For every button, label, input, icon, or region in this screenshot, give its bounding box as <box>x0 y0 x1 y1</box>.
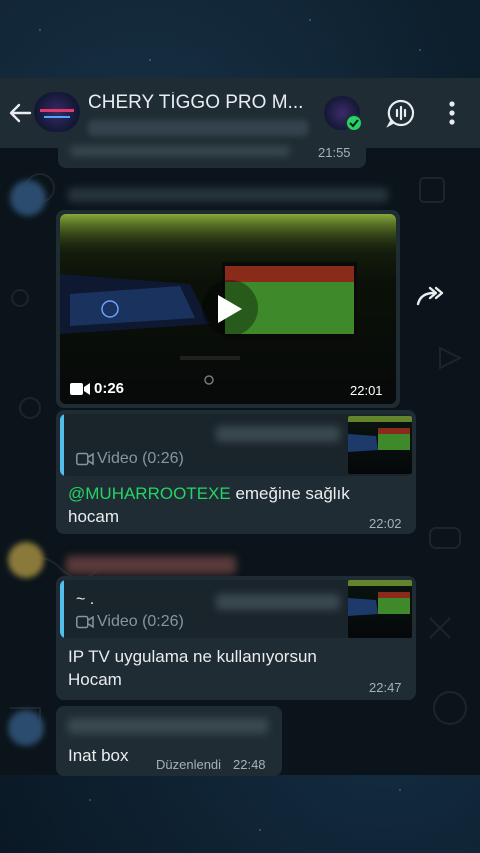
quoted-media-label: Video (0:26) <box>97 450 184 467</box>
reply-message-text: @MUHARROOTEXE emeğine sağlık hocam <box>68 482 378 528</box>
quote-accent-bar <box>60 580 64 638</box>
quoted-video-thumbnail <box>348 580 412 638</box>
forward-icon[interactable] <box>416 284 444 308</box>
play-icon[interactable] <box>214 293 244 325</box>
more-vert-icon[interactable] <box>440 98 464 128</box>
quoted-media-label: Video (0:26) <box>97 613 184 630</box>
videocam-icon <box>76 452 94 466</box>
message-time: 22:48 <box>233 757 266 772</box>
quoted-sender: ~ . <box>76 591 95 608</box>
voice-chat-icon[interactable] <box>386 98 416 128</box>
sender-avatar-blurred[interactable] <box>10 180 46 216</box>
videocam-icon <box>76 615 94 629</box>
sender-avatar-blurred[interactable] <box>8 542 44 578</box>
message-time: 22:02 <box>369 516 402 531</box>
message-time: 22:47 <box>369 680 402 695</box>
chat-header: CHERY TİGGO PRO M... <box>0 78 480 148</box>
message-text-line2: hocam <box>68 507 120 526</box>
sender-name-blurred <box>66 556 236 574</box>
reply-message-text: IP TV uygulama ne kullanıyorsun Hocam <box>68 647 317 689</box>
chat-subtitle-blurred <box>88 120 308 136</box>
videocam-icon <box>70 383 90 395</box>
sender-avatar-blurred[interactable] <box>8 710 44 746</box>
sender-name-blurred <box>68 718 268 734</box>
video-duration: 0:26 <box>94 380 125 397</box>
message-text: Inat box <box>68 746 129 765</box>
blurred-content <box>70 146 290 156</box>
sender-name-blurred <box>68 188 388 202</box>
message-time: 22:01 <box>350 383 383 398</box>
quoted-sender-blurred <box>216 594 340 610</box>
group-avatar[interactable] <box>34 92 80 132</box>
message-time: 21:55 <box>318 145 351 160</box>
message-text-part: emeğine sağlık <box>230 484 350 503</box>
quote-accent-bar <box>60 414 64 476</box>
chat-title[interactable]: CHERY TİGGO PRO M... <box>88 92 312 114</box>
edited-label: Düzenlendi <box>156 757 222 772</box>
quoted-sender-blurred <box>216 426 340 442</box>
back-arrow-icon[interactable] <box>6 99 34 127</box>
quoted-video-thumbnail <box>348 416 412 474</box>
verified-check-icon <box>345 114 363 132</box>
user-mention[interactable]: @MUHARROOTEXE <box>68 484 231 503</box>
